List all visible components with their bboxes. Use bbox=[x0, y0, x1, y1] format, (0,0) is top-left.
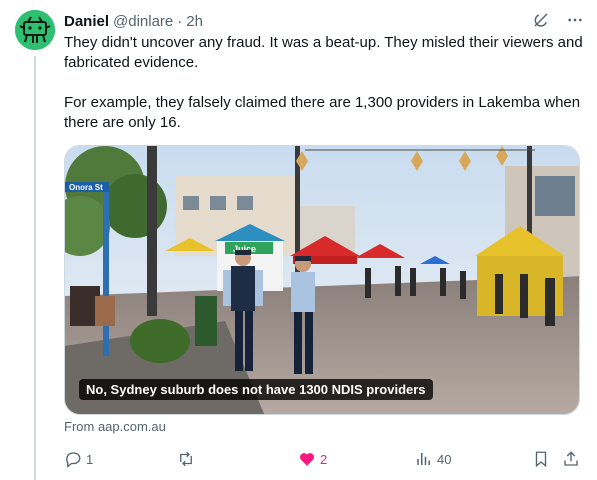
timestamp[interactable]: 2h bbox=[186, 13, 203, 30]
share-button[interactable] bbox=[562, 448, 580, 470]
bookmark-button[interactable] bbox=[532, 448, 550, 470]
avatar[interactable] bbox=[15, 10, 55, 50]
repost-icon bbox=[180, 451, 192, 467]
views-icon bbox=[417, 453, 430, 465]
street-sign: Onora St bbox=[69, 183, 103, 192]
like-icon bbox=[300, 453, 314, 466]
street-market-photo: Onora St Juice bbox=[65, 146, 579, 414]
avatar-illustration bbox=[15, 10, 55, 50]
views-button[interactable]: 40 bbox=[415, 448, 451, 470]
tweet-actions: 1 2 40 bbox=[64, 448, 584, 470]
media-caption: No, Sydney suburb does not have 1300 NDI… bbox=[79, 379, 433, 400]
tweet-header: Daniel @dinlare · 2h bbox=[64, 11, 585, 31]
author-name[interactable]: Daniel bbox=[64, 13, 109, 30]
tweet-paragraph-2: For example, they falsely claimed there … bbox=[64, 94, 581, 131]
views-count: 40 bbox=[437, 451, 452, 467]
separator: · bbox=[177, 12, 183, 30]
more-icon[interactable] bbox=[565, 10, 585, 30]
share-icon bbox=[564, 451, 578, 466]
tweet-text: They didn't uncover any fraud. It was a … bbox=[64, 33, 584, 133]
grok-icon[interactable] bbox=[531, 10, 551, 30]
header-actions bbox=[531, 10, 585, 30]
reply-count: 1 bbox=[86, 451, 94, 467]
card-source[interactable]: From aap.com.au bbox=[64, 419, 166, 434]
tweet-paragraph-1: They didn't uncover any fraud. It was a … bbox=[64, 34, 583, 71]
repost-button[interactable] bbox=[177, 448, 199, 470]
reply-icon bbox=[66, 452, 81, 468]
thread-line bbox=[34, 56, 36, 480]
like-button[interactable]: 2 bbox=[298, 448, 327, 470]
reply-button[interactable]: 1 bbox=[64, 448, 93, 470]
bookmark-icon bbox=[535, 451, 547, 468]
tweet-media-card[interactable]: Onora St Juice No, Sydney suburb does no… bbox=[64, 145, 580, 415]
author-handle[interactable]: @dinlare bbox=[113, 13, 173, 30]
like-count: 2 bbox=[320, 451, 328, 467]
